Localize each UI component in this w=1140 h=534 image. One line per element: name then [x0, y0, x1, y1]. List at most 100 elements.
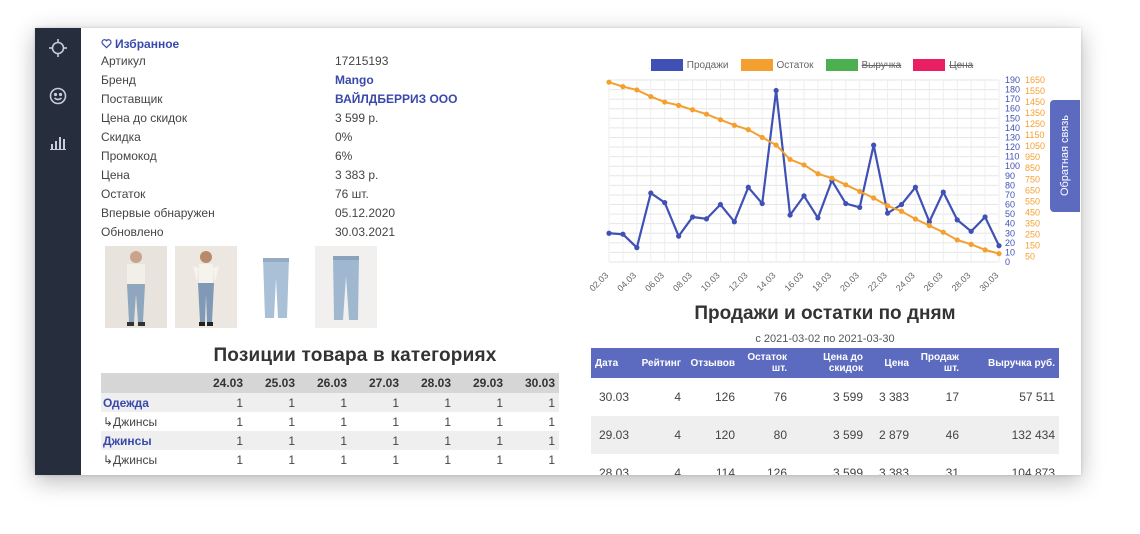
- sales-cell: 2 879: [867, 416, 913, 454]
- product-thumbnails: [105, 246, 377, 328]
- feedback-button[interactable]: Обратная связь: [1050, 100, 1080, 212]
- sales-cell: 3 599: [791, 416, 867, 454]
- column-header: 24.03: [195, 373, 247, 393]
- position-cell: 1: [351, 431, 403, 450]
- sales-column-header[interactable]: Остаток шт.: [739, 348, 791, 378]
- y-right-tick-label: 650: [1025, 185, 1040, 195]
- position-cell: 1: [455, 431, 507, 450]
- data-point: [857, 204, 863, 210]
- favorite-link[interactable]: Избранное: [101, 36, 521, 51]
- sales-table: Дата Рейтинг Отзывов Остаток шт. Цена до ски…: [591, 348, 1059, 475]
- sales-column-header[interactable]: Продаж шт.: [913, 348, 963, 378]
- column-header: 27.03: [351, 373, 403, 393]
- x-tick-label: 06.03: [643, 270, 666, 293]
- sales-column-header[interactable]: Выручка руб.: [963, 348, 1059, 378]
- position-cell: 1: [247, 393, 299, 412]
- position-cell: 1: [195, 431, 247, 450]
- smile-icon[interactable]: [48, 86, 68, 106]
- position-cell: 1: [236, 414, 243, 429]
- position-cell: 1: [247, 431, 299, 450]
- product-photo-3[interactable]: [245, 246, 307, 328]
- y-right-tick-label: 50: [1025, 251, 1035, 261]
- y-left-tick-label: 160: [1005, 104, 1020, 114]
- product-photo-2[interactable]: [175, 246, 237, 328]
- y-right-tick-label: 1250: [1025, 119, 1045, 129]
- field-value: 30.03.2021: [335, 224, 396, 239]
- data-point: [689, 214, 696, 220]
- x-tick-label: 10.03: [699, 270, 722, 293]
- field-row: Поставщик ВАЙЛДБЕРРИЗ ООО: [101, 89, 521, 108]
- position-cell: 1: [403, 393, 455, 412]
- position-cell: 1: [299, 393, 351, 412]
- x-tick-label: 08.03: [671, 270, 694, 293]
- field-row: Цена до скидок 3 599 р.: [101, 108, 521, 127]
- data-point: [648, 190, 654, 196]
- data-point: [982, 247, 988, 253]
- data-point: [843, 200, 849, 207]
- sales-cell: 17: [945, 390, 959, 404]
- sales-column-header[interactable]: Рейтинг: [635, 348, 685, 378]
- field-label: Скидка: [101, 129, 141, 144]
- sales-cell: 114: [715, 466, 735, 475]
- position-cell: 1: [392, 452, 399, 467]
- x-tick-label: 16.03: [782, 270, 805, 293]
- y-right-tick-label: 1450: [1025, 97, 1045, 107]
- field-row: Обновлено 30.03.2021: [101, 222, 521, 241]
- field-value: 3 383 р.: [335, 167, 379, 182]
- heart-icon: [101, 39, 112, 49]
- field-value[interactable]: Mango: [335, 73, 374, 87]
- position-cell: 1: [507, 431, 559, 450]
- product-photo-1[interactable]: [105, 246, 167, 328]
- sales-cell: 4: [635, 416, 685, 454]
- x-tick-label: 18.03: [810, 270, 833, 293]
- sales-column-header[interactable]: Дата: [591, 348, 635, 378]
- data-point: [996, 243, 1002, 249]
- data-point: [634, 87, 640, 93]
- data-point: [954, 237, 960, 243]
- y-left-tick-label: 150: [1005, 113, 1020, 123]
- field-value: 17215193: [335, 53, 389, 68]
- header-blank: [101, 373, 195, 393]
- field-value[interactable]: ВАЙЛДБЕРРИЗ ООО: [335, 92, 457, 106]
- data-point: [606, 230, 612, 236]
- table-row: 30.03 4 126 76 3 599 3 383 17 57 511: [591, 378, 1059, 416]
- category-label[interactable]: Одежда: [101, 393, 195, 412]
- field-row: Бренд Mango: [101, 70, 521, 89]
- y-right-tick-label: 750: [1025, 174, 1040, 184]
- data-point: [982, 214, 988, 220]
- position-cell: 1: [444, 414, 451, 429]
- data-point: [676, 233, 682, 239]
- x-tick-label: 24.03: [894, 270, 917, 293]
- sales-column-header[interactable]: Цена: [867, 348, 913, 378]
- sales-column-header[interactable]: Цена до скидок: [791, 348, 867, 378]
- category-label[interactable]: Джинсы: [101, 431, 195, 450]
- field-row: Артикул 17215193: [101, 51, 521, 70]
- data-point: [703, 111, 710, 117]
- position-cell: 1: [299, 431, 351, 450]
- table-row: 28.03 4 114 126 3 599 3 383 31 104 873: [591, 454, 1059, 475]
- field-label: Промокод: [101, 148, 157, 163]
- sales-column-header[interactable]: Отзывов: [685, 348, 739, 378]
- data-point: [731, 219, 737, 225]
- sales-cell: 126: [714, 390, 735, 404]
- field-label: Поставщик: [101, 91, 163, 106]
- product-photo-4[interactable]: [315, 246, 377, 328]
- field-row: Скидка 0%: [101, 127, 521, 146]
- crosshair-icon[interactable]: [48, 38, 68, 58]
- data-point: [871, 195, 877, 201]
- table-row: Джинсы 1 1 1 1 1 1 1: [101, 431, 559, 450]
- data-point: [662, 99, 668, 105]
- y-right-tick-label: 1550: [1025, 86, 1045, 96]
- position-cell: 1: [507, 393, 559, 412]
- categories-table: 24.03 25.03 26.03 27.03 28.03 29.03 30.03 Одеж…: [101, 373, 559, 469]
- x-tick-label: 28.03: [950, 270, 973, 293]
- bar-chart-icon[interactable]: [48, 132, 68, 152]
- data-point: [745, 184, 751, 190]
- field-value: 0%: [335, 129, 353, 144]
- sales-cell: 132 434: [963, 416, 1059, 454]
- sales-title: Продажи и остатки по дням: [694, 303, 956, 324]
- sales-cell: 76: [773, 390, 787, 404]
- sales-cell: 46: [913, 416, 963, 454]
- position-cell: 1: [548, 452, 555, 467]
- data-point: [731, 122, 737, 128]
